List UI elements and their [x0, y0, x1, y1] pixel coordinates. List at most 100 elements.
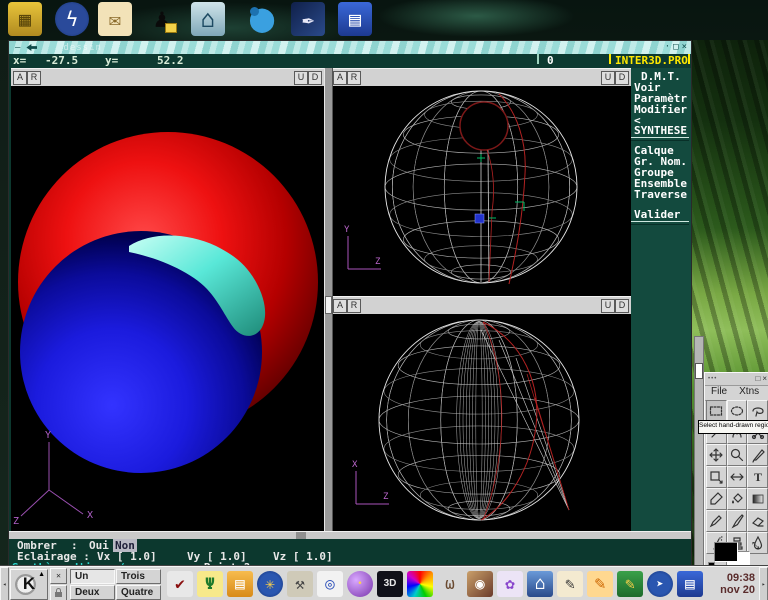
tool-crop[interactable]	[747, 444, 768, 466]
divider-handle[interactable]	[325, 296, 332, 314]
pager-desktop-quatre[interactable]: Quatre	[116, 585, 161, 600]
toolbox-menu-file[interactable]: File	[705, 385, 733, 400]
tool-rect-select[interactable]	[706, 400, 727, 422]
tool-zoom[interactable]	[727, 444, 748, 466]
photo-icon[interactable]: ◉	[467, 571, 493, 597]
tool-paintbrush[interactable]	[727, 510, 748, 532]
tool-pencil[interactable]	[706, 510, 727, 532]
gimp-toolbox: ••• □ × File Xtns T	[704, 372, 768, 574]
toolbox-menu-xtns[interactable]: Xtns	[733, 385, 765, 400]
viewport-button-a[interactable]: A	[333, 299, 347, 313]
axis-label-z: Z	[13, 516, 19, 527]
package-tools-icon[interactable]: ⚒	[287, 571, 313, 597]
viewport-button-u[interactable]: U	[601, 71, 615, 85]
package-icon[interactable]: ▦	[8, 2, 42, 36]
toolbox-close-icon[interactable]: ×	[762, 375, 767, 383]
axis-label-x: X	[352, 460, 358, 470]
lock-screen-button[interactable]	[50, 585, 67, 600]
side-strip-handle[interactable]	[695, 363, 703, 379]
dart-globe-icon[interactable]: ➤	[647, 571, 673, 597]
menu-separator	[631, 221, 689, 225]
wheel-icon[interactable]: ✳	[257, 571, 283, 597]
separator-yellow-2	[688, 54, 690, 64]
viewport-button-a[interactable]: A	[13, 71, 27, 85]
pager-desktop-un[interactable]: Un	[70, 569, 115, 584]
swap-colors-icon[interactable]: ⤡	[752, 540, 759, 551]
tool-text[interactable]: T	[747, 466, 768, 488]
pager-desktop-deux[interactable]: Deux	[70, 585, 115, 600]
gimp-wilber-icon[interactable]: ω	[437, 571, 463, 597]
pencil-icon[interactable]: ✎	[587, 571, 613, 597]
home-icon[interactable]: ⌂	[191, 2, 225, 36]
side-scroll-strip[interactable]	[694, 336, 704, 568]
menu-item-synthese[interactable]: SYNTHESE	[634, 124, 687, 137]
close-icon[interactable]: ×	[682, 43, 687, 52]
panel-hide-left[interactable]: ◂	[0, 567, 9, 600]
notepad-app-icon[interactable]: ▤	[677, 571, 703, 597]
notepad-icon[interactable]: ▤	[338, 2, 372, 36]
viewport-wireframe-side[interactable]: X Z	[331, 314, 631, 531]
home-globe-icon[interactable]: ⌂	[527, 571, 553, 597]
vz-value[interactable]: Vz [ 1.0]	[273, 550, 333, 563]
panel-clock[interactable]: 09:38 nov 20	[720, 572, 755, 596]
window-titlebar[interactable]: — dessin · □ ×	[9, 41, 691, 54]
icon-editor-icon[interactable]: ✎	[557, 571, 583, 597]
x-label: x=	[13, 54, 26, 68]
shade-icon[interactable]: ·	[665, 43, 670, 52]
flower-icon[interactable]: ✿	[497, 571, 523, 597]
mail-icon[interactable]: ✉	[98, 2, 132, 36]
tool-bucket-fill[interactable]	[727, 488, 748, 510]
viewport-shaded-3d[interactable]: Y X Z	[11, 86, 324, 531]
menu-item-traverse[interactable]: Traverse	[634, 188, 687, 201]
palm-files-icon[interactable]: Ψ	[197, 571, 223, 597]
viewport-wireframe-front[interactable]: Y Z	[331, 86, 631, 296]
folder-icon[interactable]: ▤	[227, 571, 253, 597]
viewport-divider[interactable]	[324, 68, 333, 531]
tool-eraser[interactable]	[747, 510, 768, 532]
notes-book-icon[interactable]: ✎	[617, 571, 643, 597]
k-logo: K	[23, 574, 35, 594]
3d-icon[interactable]: 3D	[377, 571, 403, 597]
menu-item-modifier[interactable]: Modifier	[634, 103, 687, 116]
viewport-button-r[interactable]: R	[347, 299, 361, 313]
viewport-header-bottomright: A R U D	[331, 296, 631, 315]
viewport-button-r[interactable]: R	[347, 71, 361, 85]
clock-date: nov 20	[720, 584, 755, 596]
foreground-color-swatch[interactable]	[714, 542, 738, 562]
menu-item-valider[interactable]: Valider	[634, 208, 680, 221]
tool-ellipse-select[interactable]	[727, 400, 748, 422]
separator	[537, 54, 539, 64]
k-menu-button[interactable]: K ▲	[10, 569, 48, 600]
tool-free-select[interactable]	[747, 400, 768, 422]
toolbox-maximize-icon[interactable]: □	[755, 375, 760, 383]
tool-flip[interactable]	[727, 466, 748, 488]
pen-icon[interactable]: ✒	[291, 2, 325, 36]
color-palette-icon[interactable]	[407, 571, 433, 597]
window-ops-button[interactable]: ✕	[50, 568, 67, 584]
tool-color-picker[interactable]	[706, 488, 727, 510]
maximize-icon[interactable]: □	[673, 43, 678, 52]
viewport-button-d[interactable]: D	[308, 71, 322, 85]
molecule-icon[interactable]: •	[347, 571, 373, 597]
viewport-header-left: A R U D	[11, 68, 324, 87]
viewport-button-a[interactable]: A	[333, 71, 347, 85]
k-menu-arrow-icon: ▲	[38, 571, 45, 578]
pin-icon[interactable]	[26, 44, 37, 51]
ant-icon[interactable]: ⬤	[245, 2, 279, 36]
viewport-button-u[interactable]: U	[601, 299, 615, 313]
find-document-icon[interactable]: ◎	[317, 571, 343, 597]
window-controls: · □ ×	[665, 43, 687, 52]
viewport-button-r[interactable]: R	[27, 71, 41, 85]
viewport-button-d[interactable]: D	[615, 299, 629, 313]
panel-hide-right[interactable]: ▸	[759, 567, 768, 600]
pager-desktop-trois[interactable]: Trois	[116, 569, 161, 584]
minimize-icon[interactable]: —	[15, 43, 20, 53]
viewport-button-d[interactable]: D	[615, 71, 629, 85]
tux-folder-icon[interactable]: ♟	[145, 2, 179, 36]
viewport-button-u[interactable]: U	[294, 71, 308, 85]
skier-icon[interactable]: ϟ	[55, 2, 89, 36]
tool-transform[interactable]	[706, 466, 727, 488]
terminal-check-icon[interactable]: ✔	[167, 571, 193, 597]
tool-move[interactable]	[706, 444, 727, 466]
tool-gradient[interactable]	[747, 488, 768, 510]
